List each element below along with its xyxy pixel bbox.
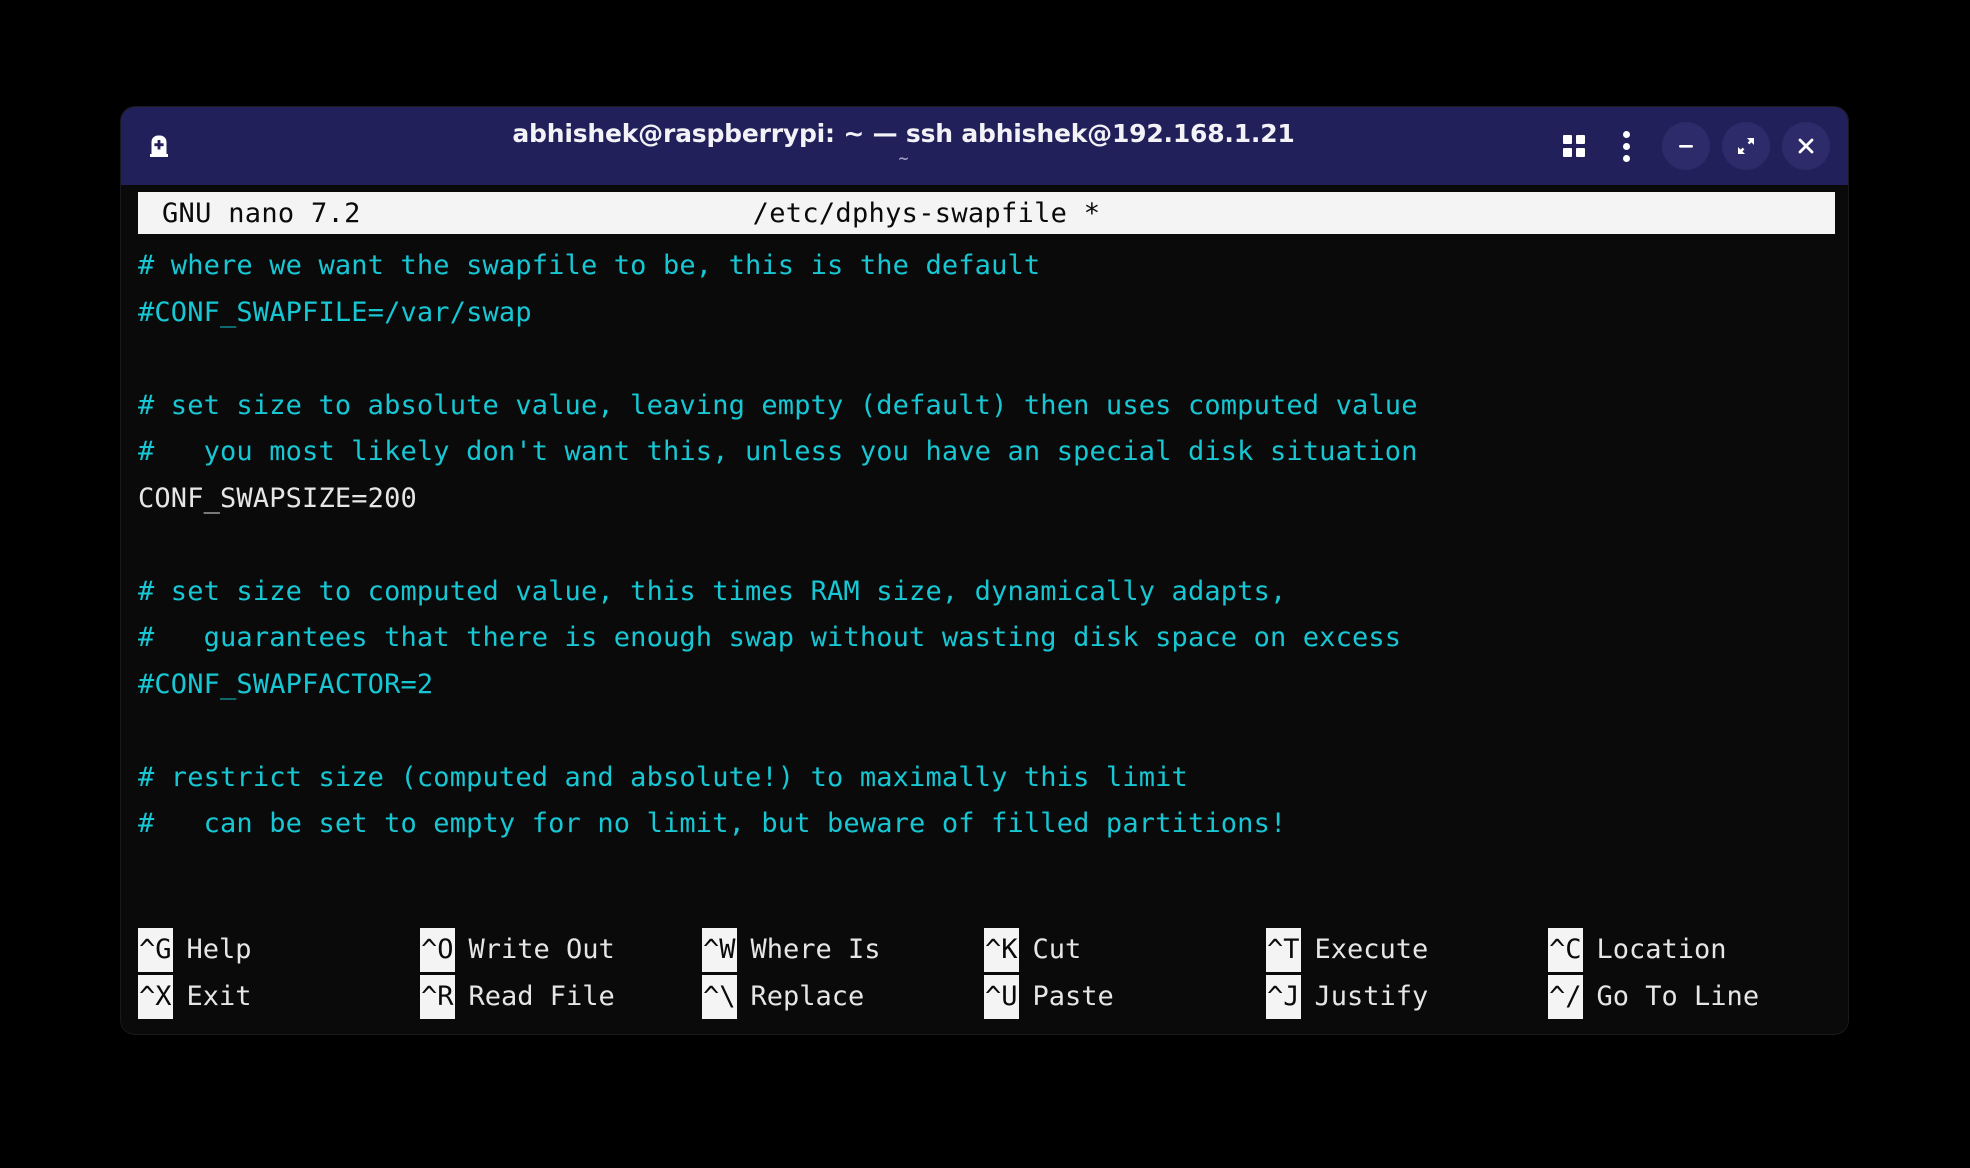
shortcut-key: ^T xyxy=(1266,928,1301,973)
shortcut-label: Go To Line xyxy=(1596,980,1760,1012)
editor-line: # guarantees that there is enough swap w… xyxy=(138,622,1402,653)
terminal-window: abhishek@raspberrypi: ~ — ssh abhishek@1… xyxy=(121,107,1848,1034)
shortcut-row-1: ^G Help ^O Write Out ^W Where Is ^K Cut ^T Execut… xyxy=(138,927,1838,974)
shortcut-paste[interactable]: ^U Paste xyxy=(984,974,1266,1021)
shortcut-read-file[interactable]: ^R Read File xyxy=(420,974,702,1021)
shortcut-key: ^W xyxy=(702,928,737,973)
maximize-button[interactable] xyxy=(1722,122,1770,170)
titlebar-left-group xyxy=(137,124,257,168)
nano-filename-label: /etc/dphys-swapfile * xyxy=(752,197,1101,229)
editor-line: # can be set to empty for no limit, but … xyxy=(138,808,1287,839)
shortcut-go-to-line[interactable]: ^/ Go To Line xyxy=(1548,974,1830,1021)
shortcut-key: ^G xyxy=(138,928,173,973)
shortcut-write-out[interactable]: ^O Write Out xyxy=(420,927,702,974)
shortcut-where-is[interactable]: ^W Where Is xyxy=(702,927,984,974)
shortcut-key: ^/ xyxy=(1548,974,1583,1019)
shortcut-row-2: ^X Exit ^R Read File ^\ Replace ^U Paste ^J Justi… xyxy=(138,974,1838,1021)
shortcut-label: Replace xyxy=(750,980,865,1012)
minimize-button[interactable] xyxy=(1662,122,1710,170)
grid-view-icon[interactable] xyxy=(1550,122,1598,170)
shortcut-key: ^U xyxy=(984,974,1019,1019)
shortcut-key: ^J xyxy=(1266,974,1301,1019)
shortcut-cut[interactable]: ^K Cut xyxy=(984,927,1266,974)
shortcut-label: Where Is xyxy=(750,934,881,965)
editor-line: # you most likely don't want this, unles… xyxy=(138,436,1418,467)
shortcut-label: Location xyxy=(1596,934,1727,965)
new-tab-icon[interactable] xyxy=(137,124,181,168)
terminal-content[interactable]: GNU nano 7.2 /etc/dphys-swapfile * # whe… xyxy=(121,185,1848,1034)
grid-icon-glyph xyxy=(1563,135,1585,157)
editor-line: # where we want the swapfile to be, this… xyxy=(138,250,1041,281)
window-title: abhishek@raspberrypi: ~ — ssh abhishek@1… xyxy=(512,118,1295,148)
shortcut-help[interactable]: ^G Help xyxy=(138,927,420,974)
shortcut-label: Read File xyxy=(468,980,615,1012)
shortcut-label: Write Out xyxy=(468,934,615,965)
shortcut-label: Paste xyxy=(1032,980,1114,1012)
shortcut-label: Execute xyxy=(1314,934,1429,965)
editor-line: #CONF_SWAPFACTOR=2 xyxy=(138,668,434,700)
shortcut-key: ^\ xyxy=(702,974,737,1019)
editor-line: # set size to computed value, this times… xyxy=(138,575,1287,607)
editor-line: CONF_SWAPSIZE=200 xyxy=(138,482,417,514)
nano-editor-area[interactable]: # where we want the swapfile to be, this… xyxy=(138,243,1838,848)
shortcut-location[interactable]: ^C Location xyxy=(1548,927,1830,974)
shortcut-justify[interactable]: ^J Justify xyxy=(1266,974,1548,1021)
shortcut-key: ^C xyxy=(1548,928,1583,973)
window-subtitle: ~ xyxy=(897,150,910,167)
shortcut-execute[interactable]: ^T Execute xyxy=(1266,927,1548,974)
titlebar-title-group: abhishek@raspberrypi: ~ — ssh abhishek@1… xyxy=(257,118,1550,172)
shortcut-exit[interactable]: ^X Exit xyxy=(138,974,420,1021)
editor-line: # set size to absolute value, leaving em… xyxy=(138,389,1418,421)
shortcut-key: ^K xyxy=(984,928,1019,973)
close-button[interactable] xyxy=(1782,122,1830,170)
shortcut-label: Justify xyxy=(1314,980,1429,1012)
shortcut-key: ^X xyxy=(138,974,173,1019)
shortcut-replace[interactable]: ^\ Replace xyxy=(702,974,984,1021)
shortcut-label: Cut xyxy=(1032,934,1082,965)
shortcut-key: ^O xyxy=(420,928,455,973)
titlebar-controls xyxy=(1550,122,1830,170)
kebab-icon-glyph xyxy=(1622,130,1630,162)
editor-line: #CONF_SWAPFILE=/var/swap xyxy=(138,296,532,328)
shortcut-key: ^R xyxy=(420,974,455,1019)
shortcut-label: Help xyxy=(186,934,252,965)
kebab-menu-icon[interactable] xyxy=(1602,122,1650,170)
nano-shortcut-footer: ^G Help ^O Write Out ^W Where Is ^K Cut ^T Execut… xyxy=(138,927,1838,1020)
editor-line: # restrict size (computed and absolute!)… xyxy=(138,761,1188,793)
desktop-background: abhishek@raspberrypi: ~ — ssh abhishek@1… xyxy=(0,0,1970,1168)
nano-header-bar: GNU nano 7.2 /etc/dphys-swapfile * xyxy=(138,192,1835,234)
shortcut-label: Exit xyxy=(186,980,252,1012)
window-titlebar[interactable]: abhishek@raspberrypi: ~ — ssh abhishek@1… xyxy=(121,107,1848,185)
